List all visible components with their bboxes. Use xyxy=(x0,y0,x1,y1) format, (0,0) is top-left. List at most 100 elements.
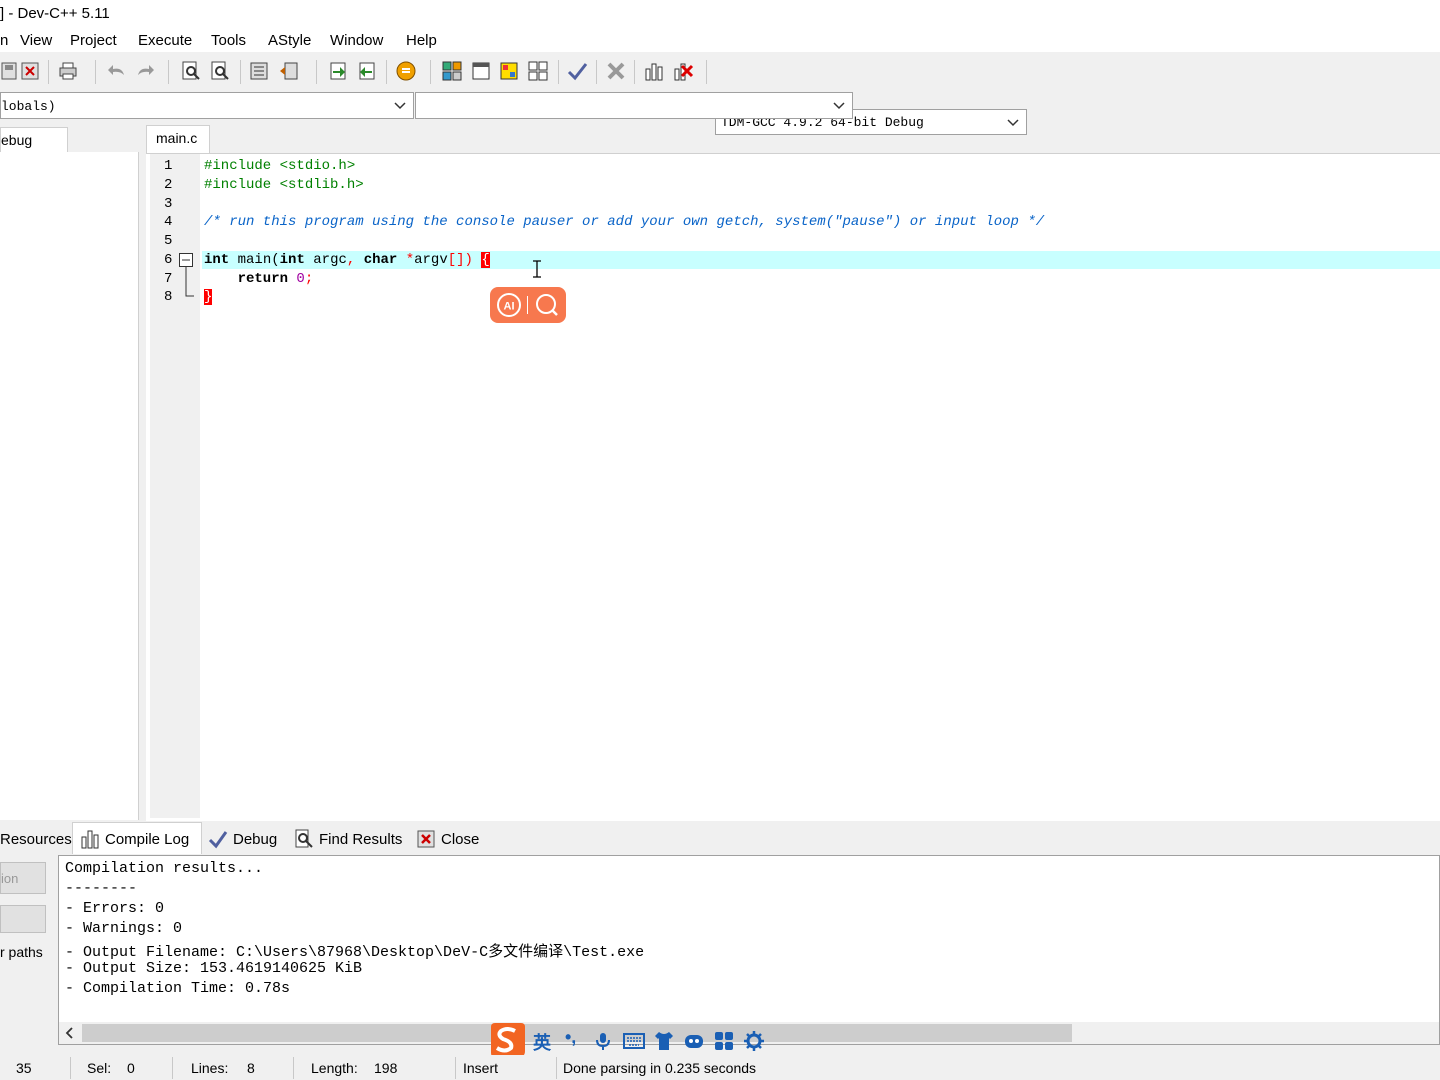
resources-icon[interactable] xyxy=(498,60,520,82)
toolbar-separator xyxy=(168,60,169,84)
status-separator xyxy=(455,1057,456,1079)
tab-find-results[interactable]: Find Results xyxy=(294,826,402,852)
keyboard-icon[interactable] xyxy=(623,1031,645,1051)
status-separator xyxy=(70,1057,71,1079)
find-icon[interactable] xyxy=(180,60,202,82)
tab-close[interactable]: Close xyxy=(416,826,479,852)
ime-punctuation-toggle[interactable]: •, xyxy=(565,1027,576,1048)
menu-item-window[interactable]: Window xyxy=(330,32,383,49)
bookmark-icon[interactable] xyxy=(395,60,417,82)
scroll-left-icon[interactable] xyxy=(62,1025,78,1041)
class-scope-select[interactable]: lobals) xyxy=(0,92,414,119)
chevron-down-icon xyxy=(833,102,845,110)
status-separator xyxy=(293,1057,294,1079)
code-token: main( xyxy=(229,252,280,268)
menu-item-tools[interactable]: Tools xyxy=(211,32,246,49)
robot-icon[interactable] xyxy=(683,1030,705,1052)
status-lines-label: Lines: xyxy=(191,1060,229,1076)
toolbar-separator xyxy=(430,60,431,84)
popup-divider xyxy=(527,296,528,314)
log-line: - Warnings: 0 xyxy=(65,920,183,937)
side-button-1[interactable]: ion xyxy=(0,862,46,894)
keyword: int xyxy=(279,252,305,268)
toolbar-separator xyxy=(95,60,96,84)
sogou-logo-icon[interactable] xyxy=(487,1021,527,1059)
menu-item-help[interactable]: Help xyxy=(406,32,437,49)
status-message: Done parsing in 0.235 seconds xyxy=(563,1060,757,1076)
line-number: 3 xyxy=(164,196,173,212)
tab-main-c[interactable]: main.c xyxy=(146,125,210,153)
menu-item-project[interactable]: Project xyxy=(70,32,117,49)
code-token: * xyxy=(397,252,415,268)
stop-icon[interactable] xyxy=(605,60,627,82)
tab-debug-label: Debug xyxy=(233,830,278,848)
toolbar-separator xyxy=(386,60,387,84)
status-insert-mode: Insert xyxy=(463,1060,499,1076)
skin-icon[interactable] xyxy=(653,1030,675,1052)
tiles-icon[interactable] xyxy=(527,60,549,82)
window-title: ] - Dev-C++ 5.11 xyxy=(0,5,110,22)
log-line: -------- xyxy=(65,880,138,897)
new-project-icon[interactable] xyxy=(441,60,463,82)
status-separator xyxy=(172,1057,173,1079)
tab-debug-panel[interactable]: ebug xyxy=(0,127,68,153)
replace-icon[interactable] xyxy=(209,60,231,82)
log-line: - Compilation Time: 0.78s xyxy=(65,980,291,997)
code-line-4: /* run this program using the console pa… xyxy=(204,214,1045,230)
check-syntax-icon[interactable] xyxy=(566,60,588,82)
tab-find-results-label: Find Results xyxy=(319,830,403,848)
menu-item-file[interactable]: n xyxy=(0,32,8,49)
keyword: char xyxy=(363,252,398,268)
toolbar-separator xyxy=(316,60,317,84)
tab-debug[interactable]: Debug xyxy=(208,826,277,852)
side-button-2[interactable] xyxy=(0,905,46,933)
status-bar: 35 Sel: 0 Lines: 8 Length: 198 Insert Do… xyxy=(0,1055,1440,1080)
window-icon[interactable] xyxy=(470,60,492,82)
microphone-icon[interactable] xyxy=(593,1031,613,1051)
status-column: 35 xyxy=(16,1060,32,1076)
unindent-icon[interactable] xyxy=(278,60,300,82)
log-line: - Output Size: 153.4619140625 KiB xyxy=(65,960,363,977)
ime-language-toggle[interactable]: 英 xyxy=(533,1029,551,1055)
bottom-tab-bar: Resources Compile Log Debug Find Results… xyxy=(0,822,1440,854)
undo-icon[interactable] xyxy=(106,60,128,82)
ai-search-popup[interactable]: AI xyxy=(490,287,566,323)
ai-icon[interactable]: AI xyxy=(496,292,522,318)
line-number: 1 xyxy=(164,158,173,174)
toolbar-separator xyxy=(634,60,635,84)
class-scope-value: lobals) xyxy=(1,99,56,114)
delete-profile-icon[interactable] xyxy=(672,60,694,82)
profile-chart-icon[interactable] xyxy=(643,60,665,82)
menu-item-execute[interactable]: Execute xyxy=(138,32,192,49)
apps-grid-icon[interactable] xyxy=(713,1030,735,1052)
toolbar-separator xyxy=(240,60,241,84)
indent-icon[interactable] xyxy=(248,60,270,82)
tab-compile-log[interactable]: Compile Log xyxy=(80,826,189,852)
number-literal: 0 xyxy=(296,271,305,287)
log-line: - Errors: 0 xyxy=(65,900,165,917)
redo-icon[interactable] xyxy=(134,60,156,82)
code-token: ; xyxy=(304,271,314,287)
member-scope-select[interactable] xyxy=(415,92,853,119)
goto-next-icon[interactable] xyxy=(327,60,349,82)
toolbar-separator xyxy=(706,60,707,84)
chevron-down-icon xyxy=(394,102,406,110)
line-number: 4 xyxy=(164,214,173,230)
goto-prev-icon[interactable] xyxy=(356,60,378,82)
search-icon[interactable] xyxy=(534,292,560,318)
status-separator xyxy=(556,1057,557,1079)
close-file-icon[interactable] xyxy=(19,60,41,82)
print-icon[interactable] xyxy=(57,60,79,82)
tab-compile-log-label: Compile Log xyxy=(105,830,190,848)
keyword: return xyxy=(204,271,297,287)
line-number: 2 xyxy=(164,177,173,193)
fold-marker-icon[interactable] xyxy=(178,252,196,302)
find-results-icon xyxy=(295,829,313,848)
settings-gear-icon[interactable] xyxy=(743,1030,765,1052)
menu-item-astyle[interactable]: AStyle xyxy=(268,32,311,49)
check-icon xyxy=(208,831,228,849)
tab-resources[interactable]: Resources xyxy=(0,826,72,852)
toolbar: TDM-GCC 4.9.2 64-bit Debug xyxy=(0,52,1440,135)
project-browser xyxy=(0,152,139,820)
menu-item-view[interactable]: View xyxy=(20,32,52,49)
